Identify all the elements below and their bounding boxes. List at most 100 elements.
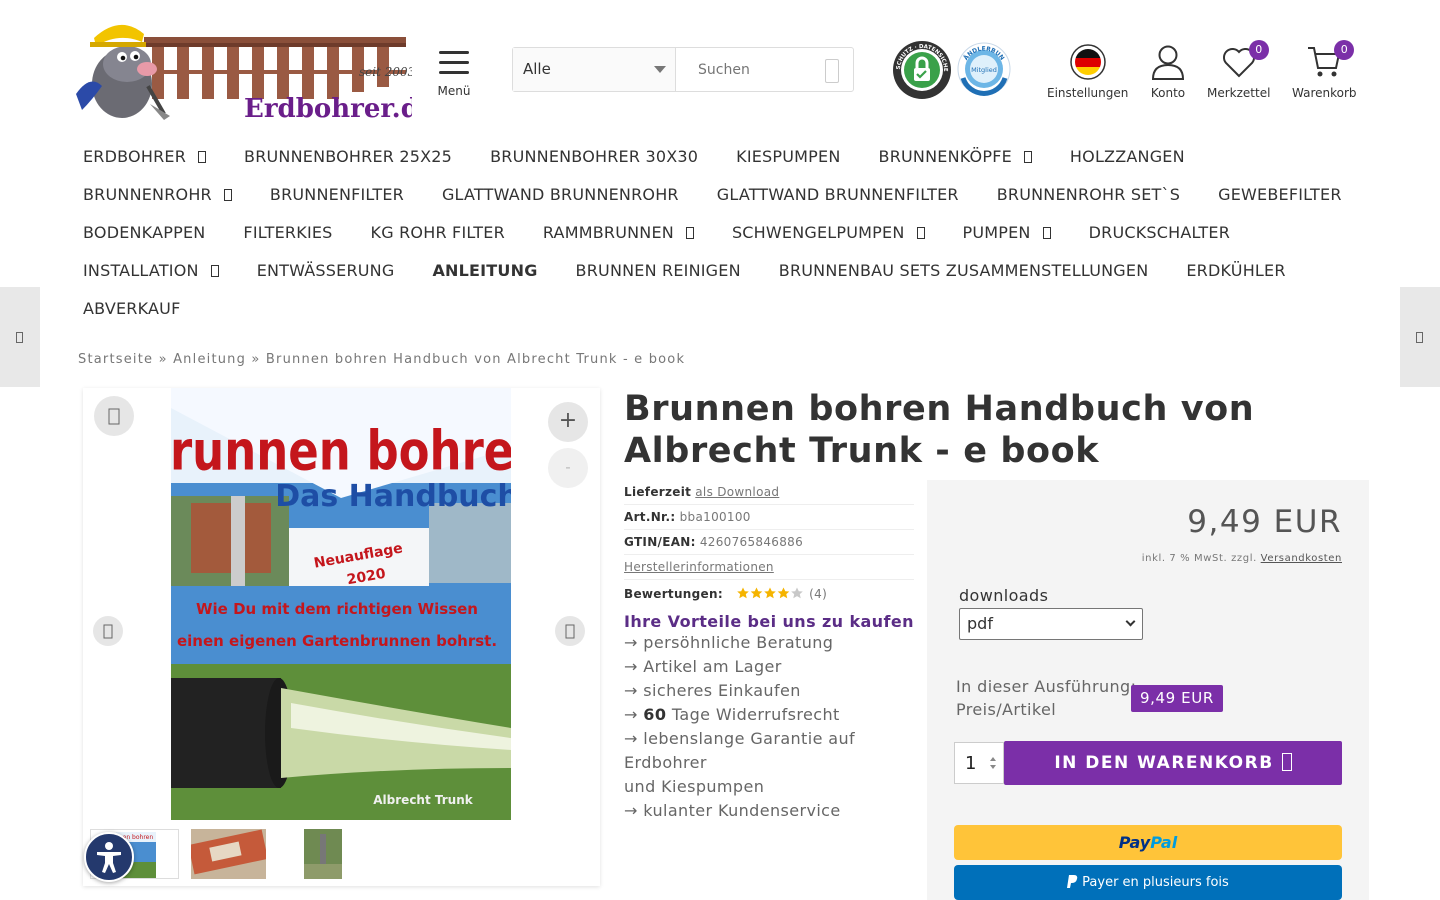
nav-item[interactable]: DRUCKSCHALTER	[1070, 223, 1249, 242]
nav-item[interactable]: ABVERKAUF	[64, 299, 199, 318]
vorteil-item: und Kiespumpen	[624, 777, 765, 796]
spinner-arrows-icon[interactable]	[989, 755, 997, 771]
nav-item[interactable]: HOLZZANGEN	[1051, 147, 1204, 166]
product-info: Lieferzeit als Download Art.Nr.: bba1001…	[624, 480, 914, 823]
product-gallery: Brunnen bohren Das Handbuch Neuauflage 2…	[83, 388, 600, 886]
zoom-out-button[interactable]: -	[548, 448, 588, 488]
nav-item[interactable]: INSTALLATION	[64, 261, 238, 280]
nav-item[interactable]: KG ROHR FILTER	[352, 223, 524, 242]
nav-item[interactable]: FILTERKIES	[224, 223, 351, 242]
shield-lock-icon: DATENSCHUTZ · DATENSICHERHEIT	[890, 36, 951, 99]
paypal-button[interactable]: PayPal	[954, 825, 1342, 860]
nav-item-label: KG ROHR FILTER	[370, 222, 505, 242]
nav-item-label: BRUNNEN REINIGEN	[575, 260, 741, 280]
paypal-icon	[1067, 875, 1078, 888]
breadcrumb-category[interactable]: Anleitung	[173, 352, 246, 367]
nav-item[interactable]: GLATTWAND BRUNNENROHR	[423, 185, 698, 204]
thumbnail-3[interactable]	[304, 829, 342, 879]
nav-item-label: BRUNNENFILTER	[269, 184, 404, 204]
cart-button[interactable]: 0 Warenkorb	[1292, 40, 1357, 100]
datenschutz-badge[interactable]: DATENSCHUTZ · DATENSICHERHEIT	[890, 36, 952, 100]
nav-item[interactable]: BRUNNENFILTER	[251, 185, 423, 204]
zoom-in-button[interactable]: +	[548, 402, 588, 442]
nav-item[interactable]: BRUNNENBAU SETS ZUSAMMENSTELLUNGEN	[760, 261, 1168, 280]
wishlist-count-badge: 0	[1248, 40, 1269, 60]
nav-item-label: PUMPEN	[962, 222, 1031, 242]
accessibility-icon	[97, 842, 121, 873]
nav-item[interactable]: ENTWÄSSERUNG	[238, 261, 414, 280]
gallery-prev-button[interactable]	[93, 616, 123, 646]
chevron-right-icon	[565, 624, 575, 639]
nav-item-label: ERDBOHRER	[83, 146, 187, 166]
nav-item[interactable]: BRUNNENROHR	[64, 185, 251, 204]
product-title: Brunnen bohren Handbuch von Albrecht Tru…	[624, 389, 1255, 471]
accessibility-button[interactable]	[84, 832, 134, 882]
artnr-label: Art.Nr.:	[624, 510, 676, 524]
add-to-cart-label: IN DEN WARENKORB	[1054, 753, 1274, 773]
downloads-select[interactable]: pdf	[959, 608, 1143, 640]
hamburger-icon	[439, 50, 469, 74]
nav-item-label: ABVERKAUF	[83, 298, 181, 318]
nav-item-label: BRUNNENBOHRER 30X30	[490, 146, 699, 166]
breadcrumb-current: Brunnen bohren Handbuch von Albrecht Tru…	[265, 352, 686, 367]
wishlist-button[interactable]: 0 Merkzettel	[1207, 40, 1270, 100]
menu-button[interactable]: Menü	[434, 50, 474, 99]
haendlerbund-badge[interactable]: HÄNDLERBUND Mitglied	[954, 37, 1011, 96]
versandkosten-link[interactable]: Versandkosten	[1261, 553, 1342, 564]
thumbnail-2[interactable]	[191, 829, 266, 879]
quantity-input[interactable]: 1	[954, 742, 1004, 784]
vorteil-arrow: →	[624, 705, 644, 724]
herstellerinformationen-link[interactable]: Herstellerinformationen	[624, 560, 774, 574]
expand-icon[interactable]	[94, 396, 134, 436]
nav-item-label: KIESPUMPEN	[736, 146, 841, 166]
vorteil-item: → kulanter Kundenservice	[624, 801, 841, 820]
search-icon[interactable]	[825, 59, 839, 83]
svg-text:seit 2003: seit 2003	[359, 65, 412, 79]
search-input[interactable]	[676, 48, 826, 91]
nav-item-label: ANLEITUNG	[432, 260, 538, 280]
site-logo[interactable]: seit 2003 Erdbohrer.de	[72, 14, 435, 126]
nav-item-label: DRUCKSCHALTER	[1088, 222, 1231, 242]
nav-item[interactable]: GLATTWAND BRUNNENFILTER	[698, 185, 978, 204]
search-box: Alle	[512, 47, 854, 92]
vorteil-item: → Artikel am Lager	[624, 657, 782, 676]
nav-item-label: RAMMBRUNNEN	[542, 222, 674, 242]
cart-count-badge: 0	[1334, 40, 1355, 60]
nav-item[interactable]: BRUNNENBOHRER 30X30	[471, 147, 717, 166]
nav-item[interactable]: GEWEBEFILTER	[1199, 185, 1361, 204]
add-to-cart-button[interactable]: IN DEN WARENKORB	[1004, 741, 1342, 785]
settings-button[interactable]: Einstellungen	[1047, 44, 1128, 100]
nav-item[interactable]: BRUNNEN REINIGEN	[557, 261, 760, 280]
widerruf-days: 60	[643, 705, 667, 724]
account-button[interactable]: Konto	[1150, 44, 1186, 100]
nav-item[interactable]: BODENKAPPEN	[64, 223, 224, 242]
search-category-select[interactable]: Alle	[513, 48, 676, 91]
nav-item[interactable]: KIESPUMPEN	[717, 147, 859, 166]
rating-count[interactable]: (4)	[809, 587, 827, 601]
gtin-value: 4260765846886	[699, 535, 804, 549]
paypal-installments-button[interactable]: Payer en plusieurs fois	[954, 865, 1342, 900]
star-rating-icon[interactable]	[737, 581, 805, 609]
paypal-logo-pal: Pal	[1150, 833, 1178, 852]
nav-item[interactable]: SCHWENGELPUMPEN	[713, 223, 944, 242]
settings-label: Einstellungen	[1047, 86, 1129, 100]
gtin-label: GTIN/EAN:	[624, 535, 696, 549]
nav-item[interactable]: ERDKÜHLER	[1167, 261, 1304, 280]
nav-item[interactable]: ANLEITUNG	[413, 261, 556, 280]
dropdown-caret-icon	[198, 150, 207, 163]
nav-item[interactable]: ERDBOHRER	[64, 147, 225, 166]
product-cover-image[interactable]: Brunnen bohren Das Handbuch Neuauflage 2…	[171, 388, 511, 820]
nav-item[interactable]: BRUNNENBOHRER 25X25	[225, 147, 471, 166]
nav-item[interactable]: BRUNNENROHR SET`S	[978, 185, 1199, 204]
nav-item[interactable]: PUMPEN	[944, 223, 1070, 242]
next-product-tab[interactable]	[1400, 287, 1440, 387]
vorteil-item: → sicheres Einkaufen	[624, 681, 801, 700]
breadcrumb-home[interactable]: Startseite	[78, 352, 153, 367]
previous-product-tab[interactable]	[0, 287, 40, 387]
variant-line-1: In dieser Ausführung:	[956, 677, 1137, 696]
gallery-next-button[interactable]	[555, 616, 585, 646]
nav-item[interactable]: BRUNNENKÖPFE	[860, 147, 1051, 166]
nav-item[interactable]: RAMMBRUNNEN	[524, 223, 713, 242]
lieferzeit-link[interactable]: als Download	[695, 485, 779, 499]
lieferzeit-label: Lieferzeit	[624, 485, 692, 499]
